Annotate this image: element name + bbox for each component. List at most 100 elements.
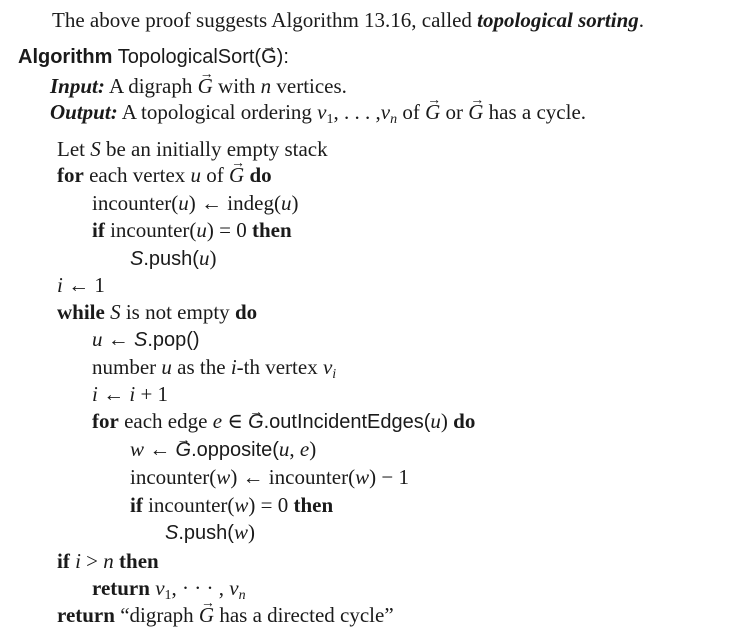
keyword-then: then [113,549,159,573]
text: ← [97,382,130,406]
input-line: Input: A digraph G with n vertices. [50,62,347,99]
text: -th vertex [236,355,323,379]
text: .pop() [147,329,200,351]
input-text3: vertices. [271,74,347,98]
text: of [201,163,230,187]
var-v: v [149,576,165,600]
keyword-if: if [92,218,105,242]
var-u: u [161,355,172,379]
var-u: u [280,191,292,215]
code-line-4: if incounter(u) = 0 then [92,217,292,243]
var-v: v [317,100,327,124]
algorithm-name: TopologicalSort( [117,46,262,68]
var-u: u [190,163,202,187]
text: each edge [118,409,213,433]
keyword-do: do [234,300,258,324]
var-v: v [229,576,239,600]
text: .opposite( [191,439,279,461]
intro-term: topological sorting [477,8,639,32]
keyword-then: then [293,493,334,517]
code-line-9: number u as the i-th vertex vi [92,354,337,382]
code-line-11: for each edge e ∈ G.outIncidentEdges(u) … [92,398,476,435]
text: as the [171,355,231,379]
output-line: Output: A topological ordering v1, . . .… [50,88,586,127]
intro-prefix: The above proof suggests Algorithm 13.16… [52,8,478,32]
intro-suffix: . [638,8,645,32]
algorithm-keyword: Algorithm [18,46,113,68]
output-text3: or [440,100,469,124]
var-u: u [198,246,210,270]
text: number [92,355,162,379]
text: “digraph [114,603,199,627]
input-text2: with [212,74,261,98]
code-line-8: u ← S.pop() [92,326,200,353]
keyword-if: if [130,493,143,517]
text: has a directed cycle” [214,603,394,627]
code-line-10: i ← i + 1 [92,381,168,407]
code-line-18: return “digraph G has a directed cycle” [57,591,394,628]
algorithm-header: Algorithm TopologicalSort(G): [18,33,289,70]
graph-symbol: G [248,398,264,435]
var-w: w [233,520,248,544]
var-e: e [299,437,310,461]
text: + 1 [135,382,169,406]
text: incounter( [130,465,217,489]
keyword-return: return [57,603,115,627]
code-line-5: S.push(u) [130,245,216,272]
var-u: u [178,191,189,215]
text: be an initially empty stack [100,137,328,161]
var-u: u [278,437,290,461]
text: each vertex [83,163,191,187]
var-S: S [90,137,101,161]
code-line-16: if i > n then [57,548,159,574]
text: .push( [178,522,234,544]
text: ) [209,246,217,270]
graph-symbol: G [176,426,192,463]
var-v: v [322,355,333,379]
text: ) − 1 [369,465,409,489]
output-text1: A topological ordering [117,100,318,124]
text: incounter( [142,493,235,517]
subscript: n [238,588,246,603]
keyword-for: for [57,163,84,187]
output-dots: , . . . , [333,100,381,124]
var-S: S [130,248,144,270]
algorithm-close: ): [276,46,289,68]
var-u: u [196,218,207,242]
text: Let [57,137,91,161]
keyword-if: if [57,549,70,573]
code-line-6: i ← 1 [57,272,105,298]
keyword-then: then [251,218,292,242]
output-text2: of [397,100,426,124]
text: ∈ [222,409,249,433]
text: ) [309,437,317,461]
graph-symbol: G [199,591,215,628]
var-w: w [355,465,370,489]
subscript: 1 [164,588,172,603]
graph-symbol: G [198,62,214,99]
text: ) [247,520,255,544]
keyword-do: do [453,409,476,433]
input-text1: A digraph [104,74,198,98]
text: ← [144,437,176,461]
text: .push( [143,248,199,270]
input-label: Input: [50,74,105,98]
output-label: Output: [50,100,118,124]
code-line-1: Let S be an initially empty stack [57,136,328,162]
text: ) = 0 [206,218,252,242]
code-line-2: for each vertex u of G do [57,151,272,188]
var-i: i [69,549,81,573]
keyword-while: while [57,300,105,324]
var-w: w [130,437,145,461]
code-line-17: return v1, · · · , vn [92,575,246,603]
text: ) [291,191,299,215]
text: incounter( [92,191,179,215]
var-u: u [92,327,103,351]
graph-symbol: G [468,88,484,125]
graph-symbol: G [261,33,277,70]
var-S: S [134,329,148,351]
code-line-3: incounter(u) ← indeg(u) [92,190,298,216]
var-n: n [260,74,272,98]
subscript: i [332,367,337,382]
graph-symbol: G [425,88,441,125]
